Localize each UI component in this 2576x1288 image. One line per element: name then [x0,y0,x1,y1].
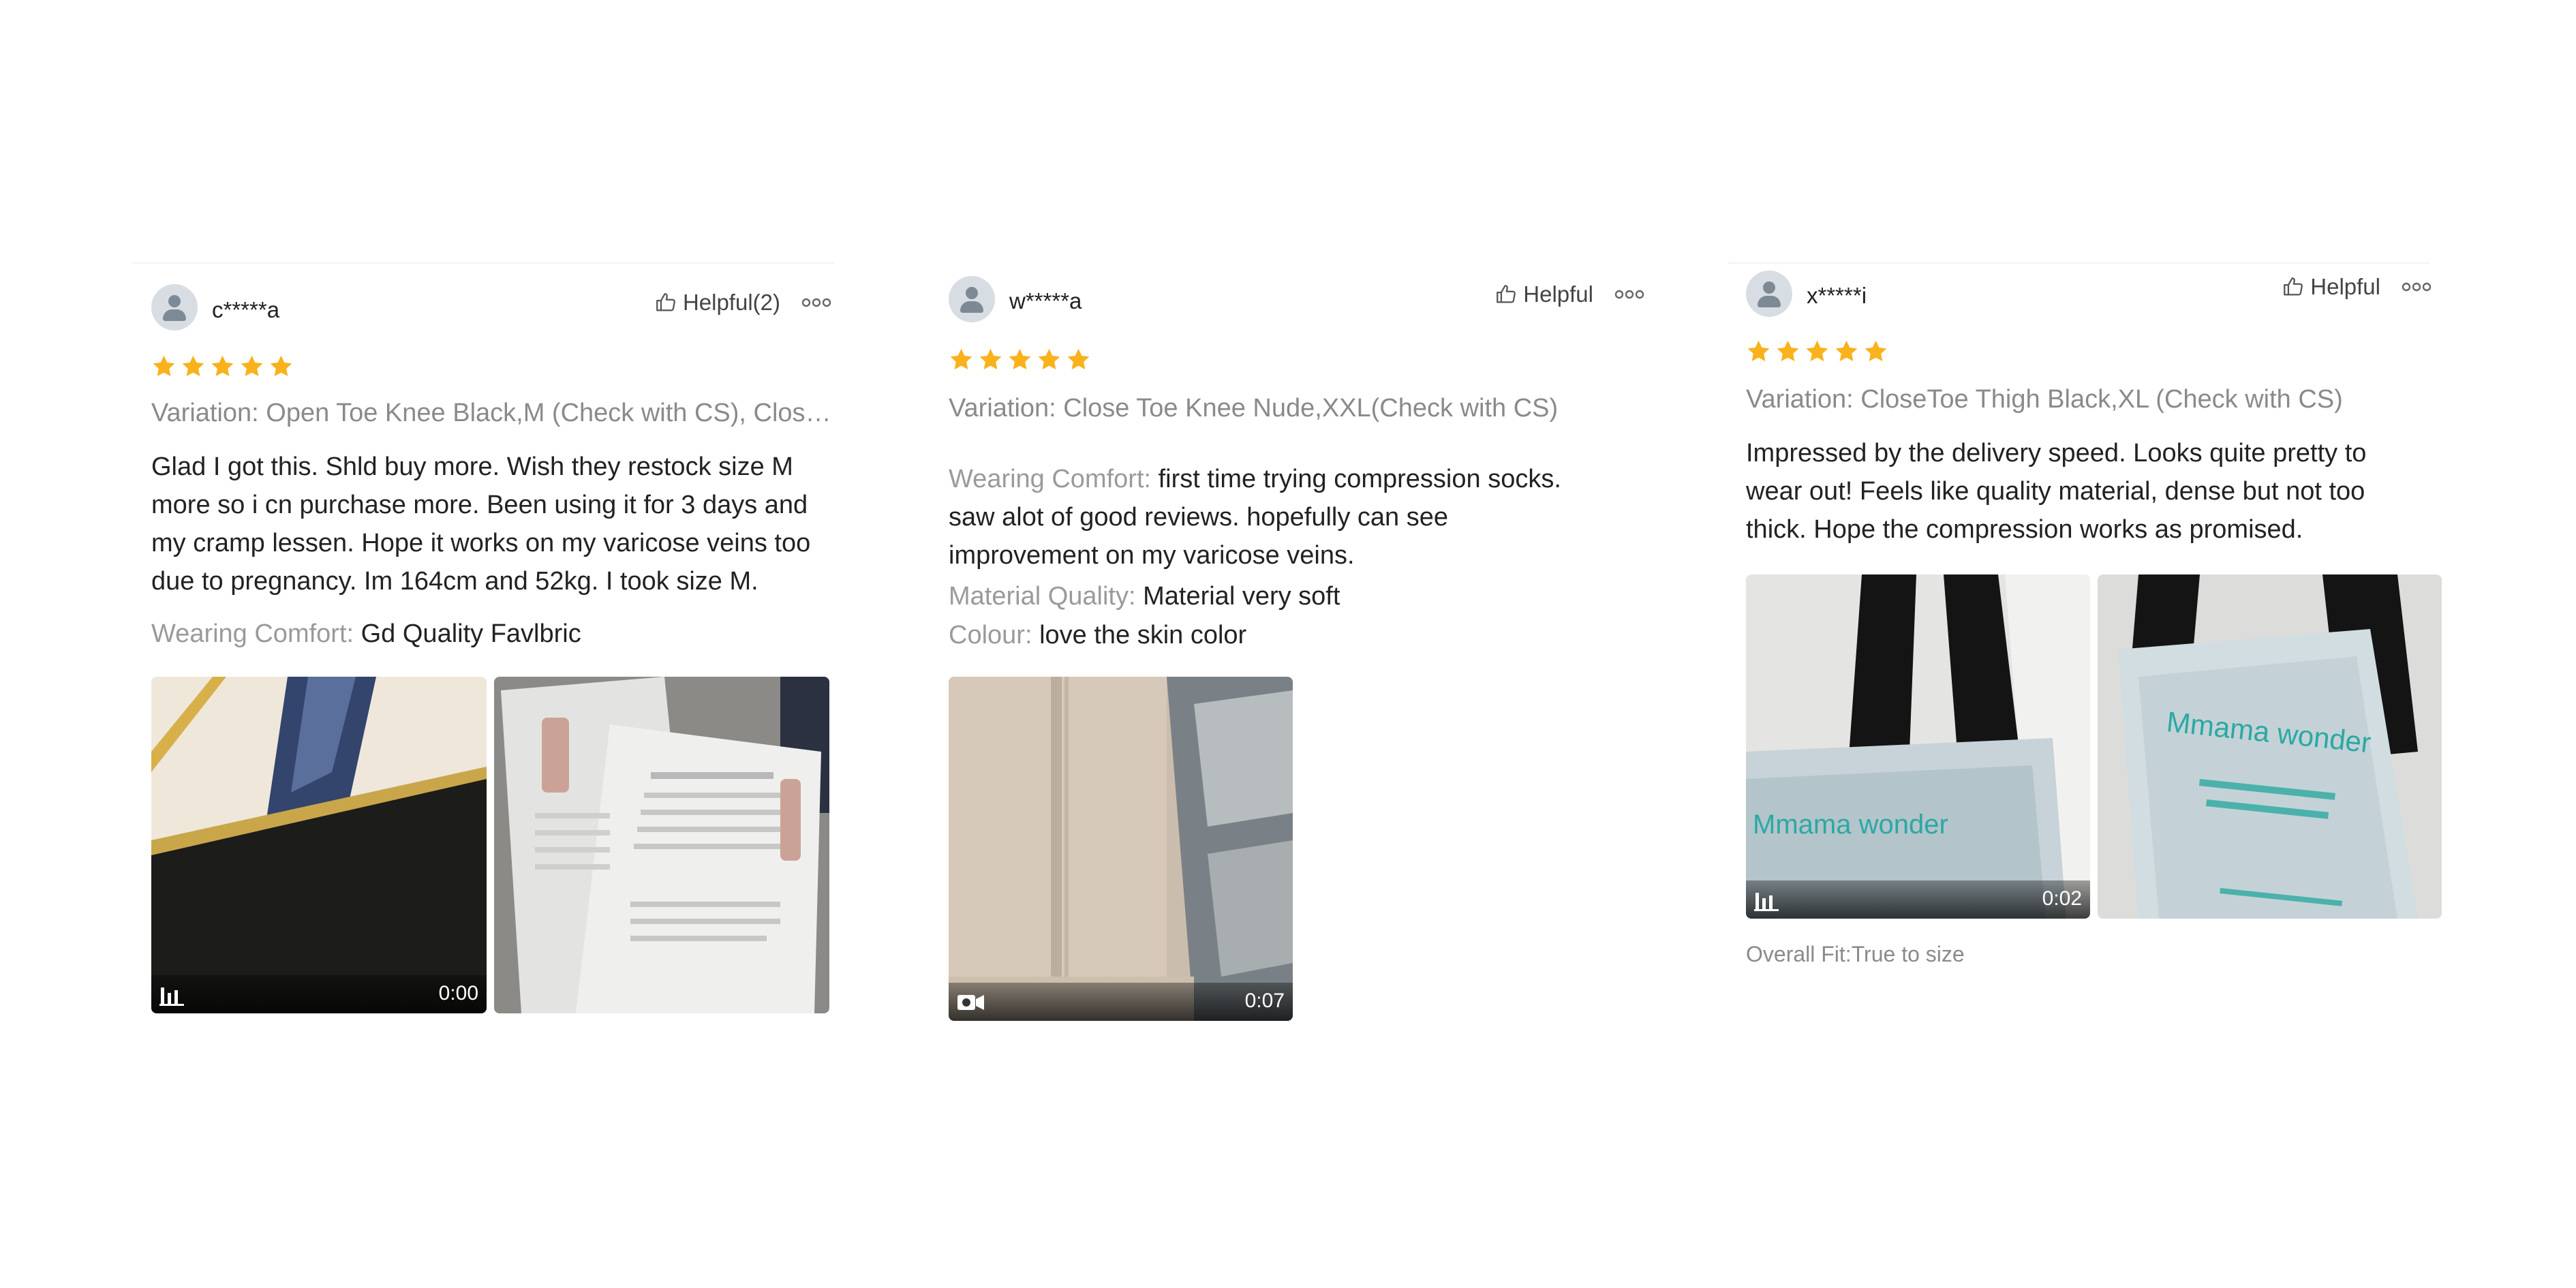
review-attribute: Wearing Comfort: Gd Quality Favlbric [151,615,833,653]
star-rating [1746,339,1888,364]
star-rating [151,354,294,379]
more-options-button[interactable] [801,296,831,309]
star-icon [1747,340,1770,361]
more-options-button[interactable] [1614,288,1644,301]
review-header: w*****a Helpful [930,262,1644,331]
review-video-thumbnail[interactable]: 0:00 [151,677,487,1013]
review-card: x*****i Helpful Variation: CloseToe Thig… [1728,262,2442,966]
star-icon [182,355,204,376]
review-attribute: Colour: love the skin color [949,616,1630,654]
attribute-value: love the skin color [1039,621,1247,649]
avatar [1746,271,1792,317]
video-duration: 0:00 [438,982,478,1005]
star-icon [153,355,175,376]
helpful-label: Helpful(2) [682,290,780,315]
attribute-label: Wearing Comfort: [949,465,1152,493]
review-text: Impressed by the delivery speed. Looks q… [1746,439,2367,544]
product-photo-image [494,677,829,1013]
star-icon [270,355,292,376]
variation-text: Variation: Open Toe Knee Black,M (Check … [151,399,833,427]
review-text: Glad I got this. Shld buy more. Wish the… [151,453,811,596]
star-icon [1806,340,1828,361]
star-icon [1777,340,1799,361]
video-frame-image [949,677,1293,1021]
reviewer-name: x*****i [1807,283,1867,308]
star-icon [979,348,1002,369]
star-icon [1865,340,1887,361]
video-frame-image: Mmama wonder [1746,574,2090,919]
review-image-thumbnail[interactable] [494,677,829,1013]
helpful-label: Helpful [2310,274,2380,299]
reviewer-name: w*****a [1009,288,1082,313]
attribute-label: Material Quality: [949,582,1136,611]
more-dots-icon [801,298,831,307]
overall-fit-text: Overall Fit:True to size [1746,942,1965,966]
star-icon [1009,348,1031,369]
video-duration: 0:07 [1244,990,1285,1012]
review-header: c*****a Helpful(2) [133,264,835,332]
variation-text: Variation: CloseToe Thigh Black,XL (Chec… [1746,385,2343,414]
star-icon [241,355,263,376]
review-video-thumbnail[interactable]: Mmama wonder 0:02 [1746,574,2090,919]
attribute-value: Material very soft [1143,582,1340,611]
star-icon [1835,340,1858,361]
svg-text:Mmama wonder: Mmama wonder [1753,810,1948,840]
audio-bars-icon [1754,893,1779,911]
video-camera-icon [957,995,984,1010]
attribute-value: Gd Quality Favlbric [361,619,581,648]
avatar [949,276,995,322]
star-icon [1038,348,1060,369]
star-icon [1067,348,1090,369]
attribute-label: Colour: [949,621,1032,649]
thumbs-up-icon [2284,277,2303,296]
thumbs-up-icon [656,293,675,311]
more-dots-icon [1614,290,1644,299]
video-duration: 0:02 [2042,887,2082,910]
helpful-label: Helpful [1523,281,1593,307]
review-header: x*****i Helpful [1728,264,2432,332]
star-icon [950,348,972,369]
thumbs-up-icon [1497,285,1516,303]
reviewer-name: c*****a [212,297,280,322]
more-options-button[interactable] [2402,280,2432,294]
video-frame-image [151,677,487,1013]
review-attribute: Wearing Comfort: first time trying compr… [949,460,1603,574]
variation-text: Variation: Close Toe Knee Nude,XXL(Check… [949,394,1559,423]
attribute-label: Wearing Comfort: [151,619,354,648]
review-image-thumbnail[interactable]: Mmama wonder [2098,574,2442,919]
helpful-button[interactable]: Helpful [2282,274,2380,300]
star-icon [211,355,234,376]
review-video-thumbnail[interactable]: 0:07 [949,677,1293,1021]
review-attribute: Material Quality: Material very soft [949,577,1630,615]
star-rating [949,347,1091,372]
helpful-button[interactable]: Helpful [1494,281,1593,307]
review-card: c*****a Helpful(2) Variation: Open Toe K… [133,262,835,1013]
product-photo-image: Mmama wonder [2098,574,2442,919]
review-card: w*****a Helpful Variation: Close Toe Kne… [930,262,1644,1021]
more-dots-icon [2402,282,2432,292]
audio-bars-icon [159,987,184,1006]
avatar [151,284,198,331]
helpful-button[interactable]: Helpful(2) [654,290,780,316]
